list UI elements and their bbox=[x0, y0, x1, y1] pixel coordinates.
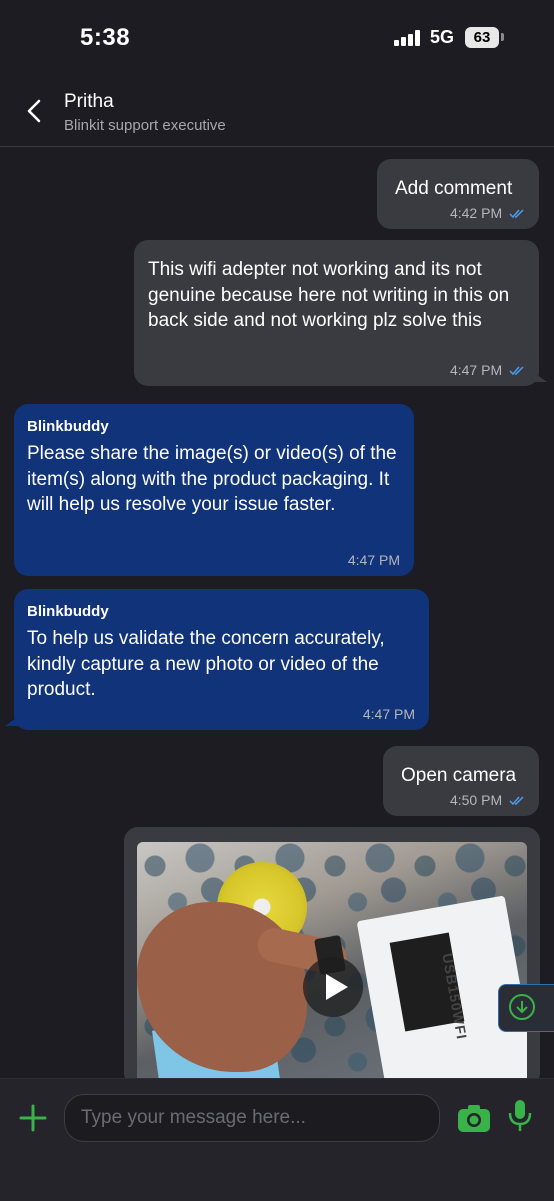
status-time: 5:38 bbox=[80, 24, 131, 51]
message-time: 4:42 PM bbox=[449, 205, 503, 221]
message-text: Please share the image(s) or video(s) of… bbox=[27, 443, 397, 515]
incoming-message[interactable]: Blinkbuddy Please share the image(s) or … bbox=[14, 404, 414, 576]
message-text: This wifi adepter not working and its no… bbox=[148, 259, 510, 331]
sender-name: Blinkbuddy bbox=[27, 418, 109, 435]
battery-tip bbox=[501, 33, 504, 41]
video-thumbnail[interactable]: USB150WFI bbox=[137, 842, 527, 1087]
message-time: 4:47 PM bbox=[449, 362, 503, 378]
bubble-tail bbox=[5, 716, 19, 726]
outgoing-message[interactable]: Add comment 4:42 PM bbox=[377, 159, 539, 229]
outgoing-message[interactable]: Open camera 4:50 PM bbox=[383, 746, 539, 816]
message-input[interactable] bbox=[64, 1094, 440, 1142]
message-text: Open camera bbox=[401, 765, 517, 786]
message-meta: 4:47 PM bbox=[450, 362, 525, 378]
mic-icon[interactable] bbox=[507, 1099, 533, 1133]
double-tick-icon bbox=[509, 796, 524, 806]
video-message[interactable]: USB150WFI bbox=[124, 827, 540, 1087]
status-bar: 5:38 5G 63 bbox=[0, 0, 554, 72]
double-tick-icon bbox=[509, 209, 524, 219]
battery-icon: 63 bbox=[465, 27, 499, 48]
agent-role: Blinkit support executive bbox=[64, 117, 226, 134]
plus-icon[interactable] bbox=[19, 1104, 47, 1132]
network-type: 5G bbox=[430, 27, 455, 47]
chat-header: Pritha Blinkit support executive bbox=[0, 76, 554, 147]
message-time: 4:47 PM bbox=[362, 706, 415, 722]
message-time: 4:47 PM bbox=[347, 552, 400, 568]
message-meta: 4:42 PM bbox=[450, 205, 525, 221]
scroll-to-bottom-button[interactable] bbox=[498, 984, 554, 1032]
message-meta: 4:50 PM bbox=[450, 792, 525, 808]
sender-name: Blinkbuddy bbox=[27, 603, 109, 620]
message-text: Add comment bbox=[395, 178, 513, 199]
camera-icon[interactable] bbox=[457, 1103, 491, 1133]
message-text: To help us validate the concern accurate… bbox=[27, 628, 385, 700]
play-icon[interactable] bbox=[303, 957, 363, 1017]
download-arrow-icon bbox=[509, 994, 535, 1020]
bubble-tail bbox=[533, 372, 547, 382]
message-time: 4:50 PM bbox=[449, 792, 503, 808]
agent-name: Pritha bbox=[64, 91, 114, 112]
incoming-message[interactable]: Blinkbuddy To help us validate the conce… bbox=[14, 589, 429, 730]
double-tick-icon bbox=[509, 366, 524, 376]
signal-icon bbox=[394, 30, 422, 46]
message-composer bbox=[0, 1078, 554, 1201]
outgoing-message[interactable]: This wifi adepter not working and its no… bbox=[134, 240, 539, 386]
back-arrow-icon[interactable] bbox=[20, 96, 50, 126]
